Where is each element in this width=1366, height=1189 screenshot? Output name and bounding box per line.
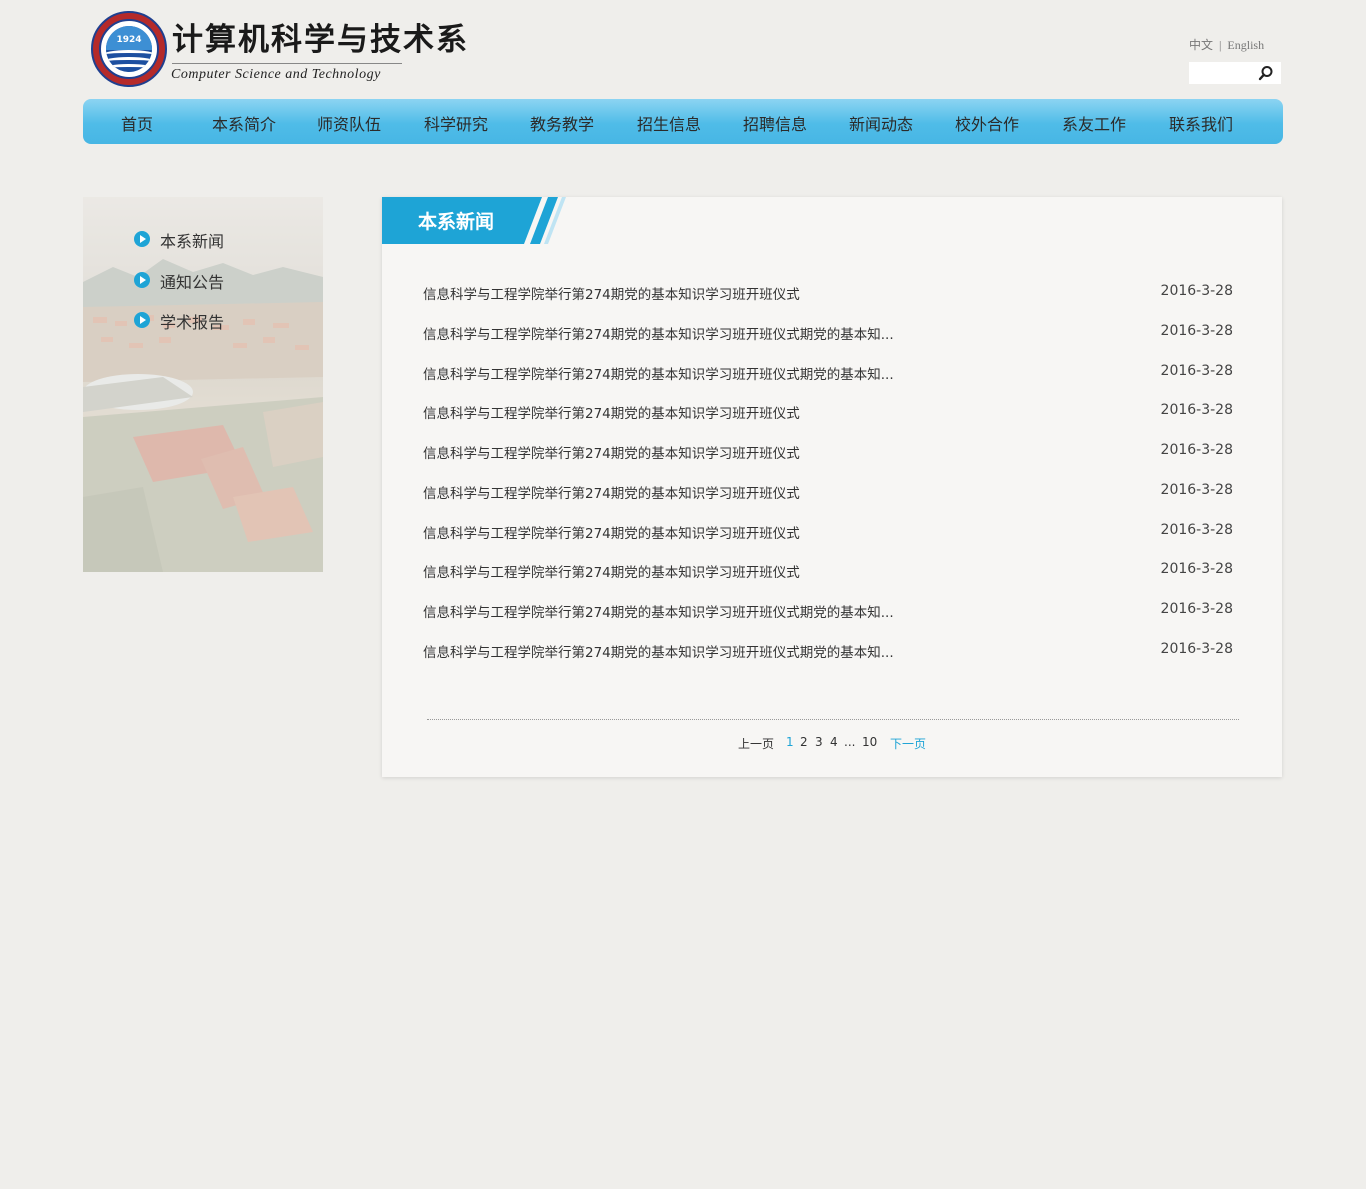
news-date: 2016-3-28 [1160, 402, 1233, 418]
seal-year: 1924 [116, 35, 142, 45]
nav-item-contact[interactable]: 联系我们 [1169, 111, 1233, 135]
news-date: 2016-3-28 [1160, 283, 1233, 299]
news-title-link[interactable]: 信息科学与工程学院举行第274期党的基本知识学习班开班仪式期党的基本知... [423, 323, 894, 343]
section-header: 本系新闻 [382, 197, 582, 244]
news-title-link[interactable]: 信息科学与工程学院举行第274期党的基本知识学习班开班仪式 [423, 283, 800, 303]
list-item[interactable]: 信息科学与工程学院举行第274期党的基本知识学习班开班仪式 2016-3-28 [423, 402, 1233, 424]
news-title-link[interactable]: 信息科学与工程学院举行第274期党的基本知识学习班开班仪式期党的基本知... [423, 641, 894, 661]
play-circle-icon [134, 272, 150, 288]
search-box [1189, 62, 1281, 84]
nav-item-cooperation[interactable]: 校外合作 [955, 111, 1019, 135]
sidebar: 本系新闻 通知公告 学术报告 [83, 197, 323, 572]
list-item[interactable]: 信息科学与工程学院举行第274期党的基本知识学习班开班仪式期党的基本知... 2… [423, 363, 1233, 385]
lang-zh-link[interactable]: 中文 [1189, 36, 1213, 53]
news-date: 2016-3-28 [1160, 323, 1233, 339]
list-item[interactable]: 信息科学与工程学院举行第274期党的基本知识学习班开班仪式 2016-3-28 [423, 522, 1233, 544]
news-title-link[interactable]: 信息科学与工程学院举行第274期党的基本知识学习班开班仪式期党的基本知... [423, 601, 894, 621]
page-link-3[interactable]: 3 [815, 735, 823, 749]
pager-ellipsis: ... [844, 735, 856, 749]
list-item[interactable]: 信息科学与工程学院举行第274期党的基本知识学习班开班仪式期党的基本知... 2… [423, 641, 1233, 663]
sidebar-overlay [83, 197, 323, 572]
nav-item-jobs[interactable]: 招聘信息 [743, 111, 807, 135]
list-item[interactable]: 信息科学与工程学院举行第274期党的基本知识学习班开班仪式 2016-3-28 [423, 482, 1233, 504]
news-date: 2016-3-28 [1160, 561, 1233, 577]
list-item[interactable]: 信息科学与工程学院举行第274期党的基本知识学习班开班仪式期党的基本知... 2… [423, 601, 1233, 623]
page-link-10[interactable]: 10 [862, 735, 877, 749]
news-title-link[interactable]: 信息科学与工程学院举行第274期党的基本知识学习班开班仪式 [423, 561, 800, 581]
play-circle-icon [134, 312, 150, 328]
list-item[interactable]: 信息科学与工程学院举行第274期党的基本知识学习班开班仪式 2016-3-28 [423, 442, 1233, 464]
sidebar-item-label: 学术报告 [160, 313, 225, 332]
lang-en-link[interactable]: English [1227, 38, 1264, 53]
site-logo[interactable]: 1924 计算机科学与技术系 Computer Science and Tech… [90, 10, 467, 90]
play-circle-icon [134, 231, 150, 247]
nav-item-news[interactable]: 新闻动态 [849, 111, 913, 135]
nav-item-faculty[interactable]: 师资队伍 [317, 111, 381, 135]
news-date: 2016-3-28 [1160, 641, 1233, 657]
language-switcher: 中文 | English [1189, 36, 1264, 53]
list-item[interactable]: 信息科学与工程学院举行第274期党的基本知识学习班开班仪式 2016-3-28 [423, 283, 1233, 305]
search-input[interactable] [1189, 62, 1253, 84]
department-name-english: Computer Science and Technology [171, 67, 381, 82]
news-title-link[interactable]: 信息科学与工程学院举行第274期党的基本知识学习班开班仪式 [423, 402, 800, 422]
pagination: 上一页 1 2 3 4 ... 10 下一页 [382, 735, 1282, 753]
page-link-2[interactable]: 2 [800, 735, 808, 749]
nav-item-admissions[interactable]: 招生信息 [637, 111, 701, 135]
main-nav: 首页 本系简介 师资队伍 科学研究 教务教学 招生信息 招聘信息 新闻动态 校外… [83, 99, 1283, 144]
nav-item-about[interactable]: 本系简介 [212, 111, 276, 135]
news-date: 2016-3-28 [1160, 442, 1233, 458]
sidebar-item-label: 通知公告 [160, 273, 225, 292]
page-link-4[interactable]: 4 [830, 735, 838, 749]
news-date: 2016-3-28 [1160, 601, 1233, 617]
news-title-link[interactable]: 信息科学与工程学院举行第274期党的基本知识学习班开班仪式 [423, 442, 800, 462]
section-title: 本系新闻 [418, 211, 495, 233]
news-date: 2016-3-28 [1160, 363, 1233, 379]
prev-page-link[interactable]: 上一页 [738, 735, 774, 752]
list-item[interactable]: 信息科学与工程学院举行第274期党的基本知识学习班开班仪式 2016-3-28 [423, 561, 1233, 583]
news-title-link[interactable]: 信息科学与工程学院举行第274期党的基本知识学习班开班仪式 [423, 522, 800, 542]
news-panel: 本系新闻 信息科学与工程学院举行第274期党的基本知识学习班开班仪式 2016-… [382, 197, 1282, 777]
search-icon[interactable] [1257, 65, 1275, 81]
next-page-link[interactable]: 下一页 [890, 735, 926, 752]
nav-item-home[interactable]: 首页 [121, 111, 153, 135]
department-name: 计算机科学与技术系 [172, 22, 469, 58]
nav-item-teaching[interactable]: 教务教学 [530, 111, 594, 135]
news-title-link[interactable]: 信息科学与工程学院举行第274期党的基本知识学习班开班仪式期党的基本知... [423, 363, 894, 383]
news-date: 2016-3-28 [1160, 482, 1233, 498]
list-item[interactable]: 信息科学与工程学院举行第274期党的基本知识学习班开班仪式期党的基本知... 2… [423, 323, 1233, 345]
logo-divider [172, 63, 402, 64]
page-link-1[interactable]: 1 [786, 735, 794, 749]
university-seal-icon: 1924 [91, 11, 167, 87]
news-date: 2016-3-28 [1160, 522, 1233, 538]
sidebar-item-label: 本系新闻 [160, 232, 225, 251]
nav-item-alumni[interactable]: 系友工作 [1062, 111, 1126, 135]
lang-separator: | [1219, 38, 1222, 52]
news-title-link[interactable]: 信息科学与工程学院举行第274期党的基本知识学习班开班仪式 [423, 482, 800, 502]
nav-item-research[interactable]: 科学研究 [424, 111, 488, 135]
pager-divider [427, 719, 1239, 720]
